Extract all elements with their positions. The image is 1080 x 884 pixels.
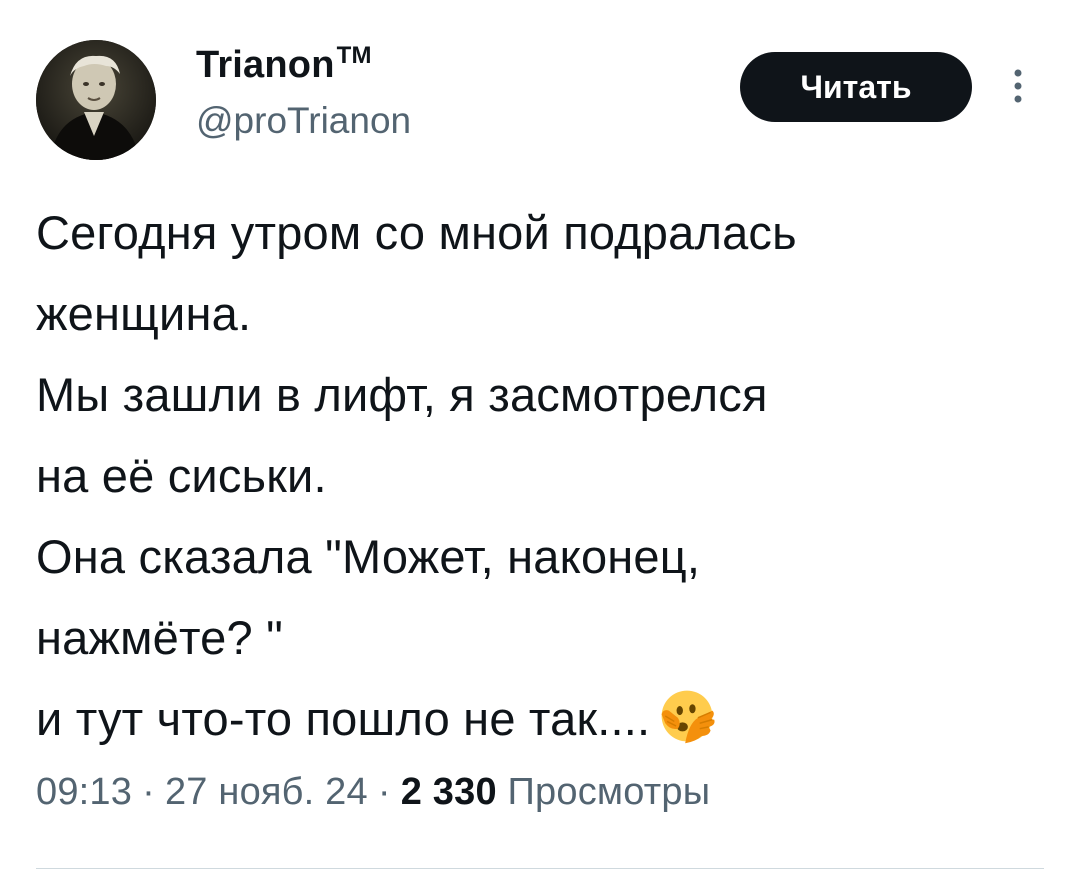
tweet-line: на её сиськи.: [36, 449, 327, 502]
tweet-line: Сегодня утром со мной подралась: [36, 206, 797, 259]
meta-separator: ·: [142, 771, 155, 813]
vertical-ellipsis-icon: [1014, 69, 1022, 103]
author-name-text: Trianon: [196, 44, 335, 86]
tweet-line-text: и тут что-то пошло не так....: [36, 692, 651, 745]
trademark-mark: TM: [336, 42, 372, 69]
tweet-date[interactable]: 27 нояб. 24: [165, 771, 368, 813]
author-display-name[interactable]: TrianonTM: [196, 42, 372, 87]
avatar[interactable]: [36, 40, 156, 160]
tweet-time[interactable]: 09:13: [36, 771, 132, 813]
tweet-line: Она сказала "Может, наконец,: [36, 530, 701, 583]
tweet-meta: 09:13 · 27 нояб. 24 · 2 330 Просмотры: [36, 771, 710, 814]
divider: [36, 868, 1044, 869]
views-label: Просмотры: [507, 771, 711, 813]
tweet-line: Мы зашли в лифт, я засмотрелся: [36, 368, 768, 421]
face-hand-over-mouth-emoji-icon: [661, 690, 715, 744]
views-count: 2 330: [400, 771, 497, 813]
meta-separator: ·: [377, 771, 391, 813]
tweet-text: Сегодня утром со мной подралась женщина.…: [36, 192, 1056, 759]
tweet-last-line: и тут что-то пошло не так....: [36, 678, 1056, 759]
tweet-line: женщина.: [36, 287, 252, 340]
follow-button[interactable]: Читать: [740, 52, 972, 122]
portrait-avatar-icon: [36, 40, 156, 160]
author-handle[interactable]: @proTrianon: [196, 100, 411, 142]
tweet-line: нажмёте? ": [36, 611, 284, 664]
more-options-button[interactable]: [1006, 64, 1030, 108]
